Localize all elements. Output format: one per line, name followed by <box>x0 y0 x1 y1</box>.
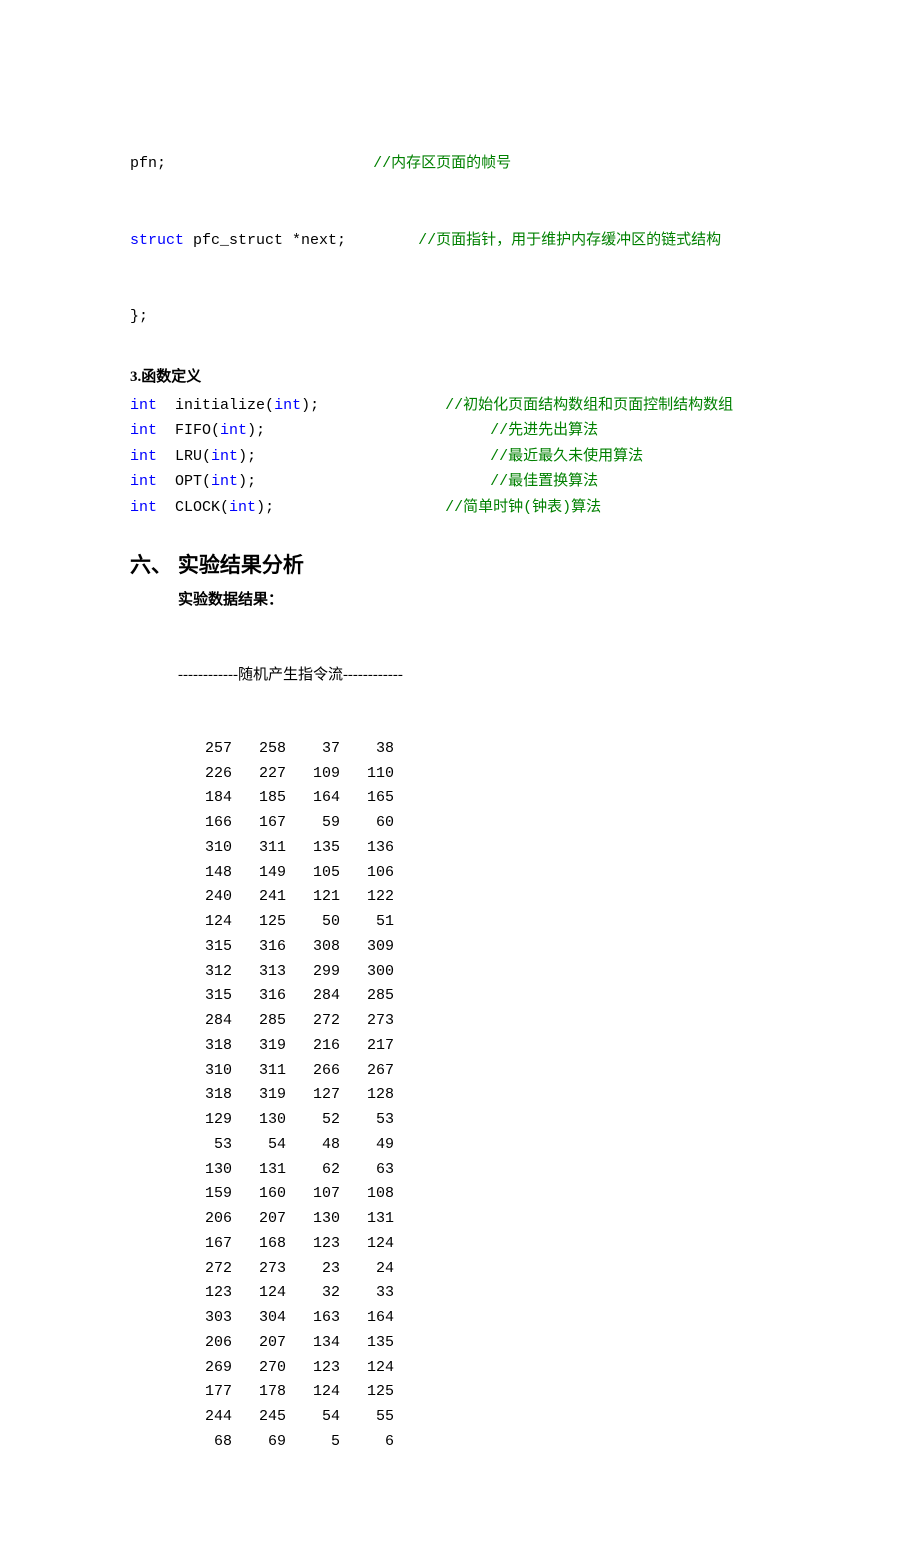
return-type: int <box>130 448 157 465</box>
arg-type: int <box>229 499 256 516</box>
stream-row: 226 227 109 110 <box>178 762 920 787</box>
stream-row: 318 319 216 217 <box>178 1034 920 1059</box>
arg-type: int <box>211 448 238 465</box>
code-line: }; <box>130 304 920 330</box>
stream-row: 167 168 123 124 <box>178 1232 920 1257</box>
code-pad <box>346 232 418 249</box>
arg-type: int <box>274 397 301 414</box>
code-pad <box>157 397 175 414</box>
stream-row: 53 54 48 49 <box>178 1133 920 1158</box>
func-close: ); <box>238 448 256 465</box>
code-pad <box>157 499 175 516</box>
code-comment: //内存区页面的帧号 <box>373 155 511 172</box>
return-type: int <box>130 422 157 439</box>
stream-row: 315 316 308 309 <box>178 935 920 960</box>
stream-row: 318 319 127 128 <box>178 1083 920 1108</box>
heading-funcdef: 3.函数定义 <box>130 365 920 391</box>
field-decl: pfc_struct *next; <box>184 232 346 249</box>
stream-row: 240 241 121 122 <box>178 885 920 910</box>
code-pad <box>157 422 175 439</box>
arg-type: int <box>220 422 247 439</box>
stream-row: 123 124 32 33 <box>178 1281 920 1306</box>
func-close: ); <box>238 473 256 490</box>
code-comment: //简单时钟(钟表)算法 <box>445 499 601 516</box>
stream-row: 284 285 272 273 <box>178 1009 920 1034</box>
return-type: int <box>130 499 157 516</box>
code-comment: //初始化页面结构数组和页面控制结构数组 <box>445 397 733 414</box>
code-pad <box>256 448 490 465</box>
stream-row: 159 160 107 108 <box>178 1182 920 1207</box>
stream-row: 312 313 299 300 <box>178 960 920 985</box>
stream-row: 303 304 163 164 <box>178 1306 920 1331</box>
stream-row: 148 149 105 106 <box>178 861 920 886</box>
function-definitions: int initialize(int); //初始化页面结构数组和页面控制结构数… <box>130 393 920 521</box>
func-name: LRU( <box>175 448 211 465</box>
stream-row: 315 316 284 285 <box>178 984 920 1009</box>
func-close: ); <box>301 397 319 414</box>
code-line: int FIFO(int); //先进先出算法 <box>130 418 920 444</box>
return-type: int <box>130 473 157 490</box>
code-pad <box>157 473 175 490</box>
code-line: int CLOCK(int); //简单时钟(钟表)算法 <box>130 495 920 521</box>
code-line: struct pfc_struct *next; //页面指针，用于维护内存缓冲… <box>130 228 920 254</box>
stream-row: 130 131 62 63 <box>178 1158 920 1183</box>
instruction-stream-block: ------------随机产生指令流------------ 257 258 … <box>178 613 920 1479</box>
stream-row: 129 130 52 53 <box>178 1108 920 1133</box>
code-pad <box>319 397 445 414</box>
func-name: CLOCK( <box>175 499 229 516</box>
code-line: int LRU(int); //最近最久未使用算法 <box>130 444 920 470</box>
stream-title: ------------随机产生指令流------------ <box>178 663 920 688</box>
code-line: int initialize(int); //初始化页面结构数组和页面控制结构数… <box>130 393 920 419</box>
code-comment: //页面指针，用于维护内存缓冲区的链式结构 <box>418 232 721 249</box>
stream-rows: 257 258 37 38 226 227 109 110 184 185 16… <box>178 737 920 1455</box>
struct-tail-code: pfn; //内存区页面的帧号 struct pfc_struct *next;… <box>130 100 920 355</box>
stream-row: 310 311 135 136 <box>178 836 920 861</box>
code-pad <box>166 155 373 172</box>
code-pad <box>274 499 445 516</box>
stream-row: 124 125 50 51 <box>178 910 920 935</box>
stream-row: 269 270 123 124 <box>178 1356 920 1381</box>
code-line: int OPT(int); //最佳置换算法 <box>130 469 920 495</box>
stream-row: 177 178 124 125 <box>178 1380 920 1405</box>
stream-row: 206 207 130 131 <box>178 1207 920 1232</box>
arg-type: int <box>211 473 238 490</box>
code-comment: //先进先出算法 <box>490 422 598 439</box>
stream-row: 166 167 59 60 <box>178 811 920 836</box>
stream-row: 68 69 5 6 <box>178 1430 920 1455</box>
stream-row: 184 185 164 165 <box>178 786 920 811</box>
func-name: initialize( <box>175 397 274 414</box>
heading-section-6: 六、 实验结果分析 <box>130 548 920 584</box>
code-pad <box>157 448 175 465</box>
stream-row: 272 273 23 24 <box>178 1257 920 1282</box>
return-type: int <box>130 397 157 414</box>
keyword-struct: struct <box>130 232 184 249</box>
struct-close: }; <box>130 308 148 325</box>
stream-row: 244 245 54 55 <box>178 1405 920 1430</box>
stream-row: 257 258 37 38 <box>178 737 920 762</box>
code-comment: //最佳置换算法 <box>490 473 598 490</box>
func-name: OPT( <box>175 473 211 490</box>
code-pad <box>256 473 490 490</box>
func-close: ); <box>256 499 274 516</box>
func-name: FIFO( <box>175 422 220 439</box>
stream-row: 206 207 134 135 <box>178 1331 920 1356</box>
code-pad <box>265 422 490 439</box>
stream-row: 310 311 266 267 <box>178 1059 920 1084</box>
field-name: pfn; <box>130 155 166 172</box>
code-line: pfn; //内存区页面的帧号 <box>130 151 920 177</box>
subheading-data-result: 实验数据结果： <box>178 588 920 614</box>
func-close: ); <box>247 422 265 439</box>
code-comment: //最近最久未使用算法 <box>490 448 643 465</box>
